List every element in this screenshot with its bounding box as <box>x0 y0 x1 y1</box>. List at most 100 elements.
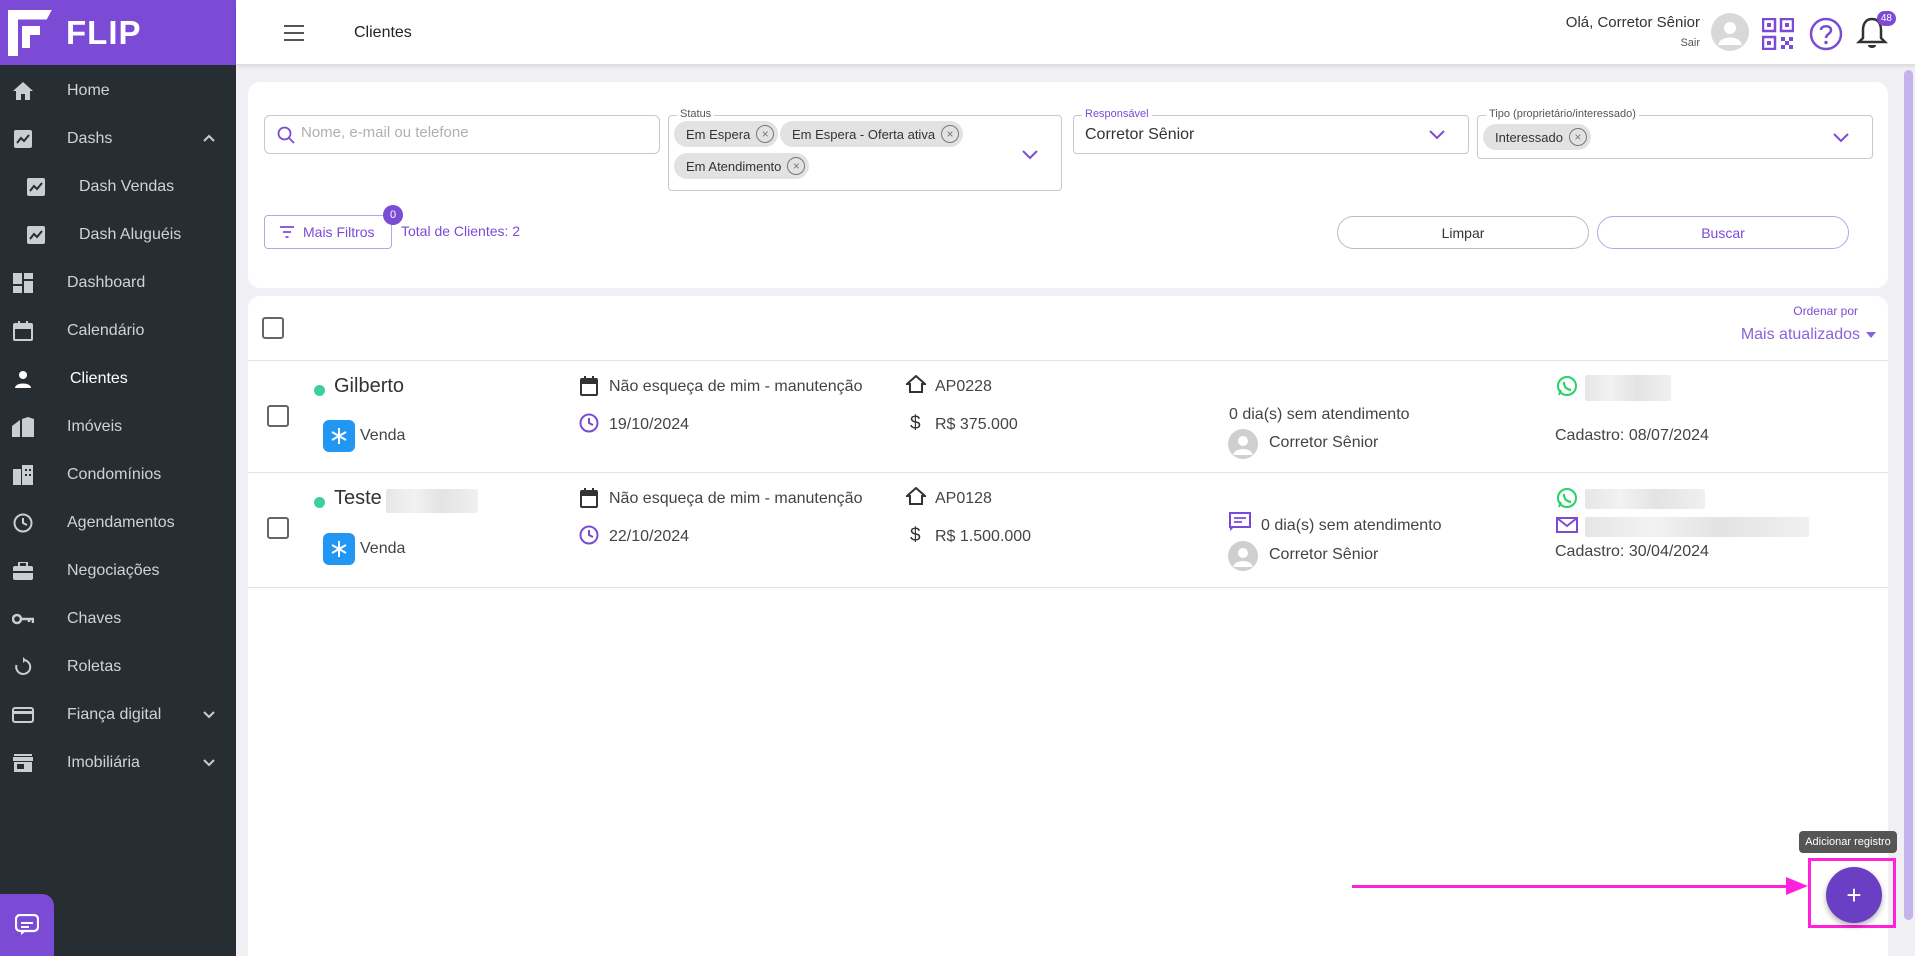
sidebar-item-label: Dashboard <box>67 274 146 291</box>
help-icon[interactable] <box>1809 17 1843 51</box>
client-name[interactable]: Gilberto <box>334 375 404 398</box>
order-label: Ordenar por <box>1793 304 1858 318</box>
search-input[interactable] <box>301 124 641 141</box>
whatsapp-icon[interactable] <box>1556 375 1578 397</box>
sidebar-item-dash-vendas[interactable]: Dash Vendas <box>0 163 236 211</box>
sidebar-item-chaves[interactable]: Chaves <box>0 595 236 643</box>
row-checkbox[interactable] <box>267 517 289 539</box>
chevron-down-icon[interactable] <box>1832 132 1850 144</box>
chart-icon <box>12 129 34 149</box>
clock-icon <box>12 513 34 533</box>
more-filters-button[interactable]: Mais Filtros <box>264 215 392 249</box>
avatar[interactable] <box>1711 13 1749 51</box>
sidebar-item-clientes[interactable]: Clientes <box>0 355 236 403</box>
calendar-icon <box>580 376 598 396</box>
table-row[interactable]: Gilberto Venda Não esqueça de mim - manu… <box>248 360 1888 472</box>
property-code[interactable]: AP0128 <box>935 490 992 508</box>
client-name[interactable]: Teste <box>334 487 382 510</box>
briefcase-icon <box>12 561 34 581</box>
status-dot <box>314 497 325 508</box>
status-select[interactable]: Status Em Espera × Em Espera - Oferta at… <box>668 108 1062 191</box>
annotation-arrow <box>1352 885 1792 888</box>
registration-date: Cadastro: 30/04/2024 <box>1555 543 1709 560</box>
responsavel-select[interactable]: Responsável Corretor Sênior <box>1073 108 1469 154</box>
home-icon <box>906 375 926 393</box>
chip-label: Em Espera - Oferta ativa <box>792 126 936 142</box>
chip-label: Em Atendimento <box>686 158 782 174</box>
property-code[interactable]: AP0228 <box>935 378 992 396</box>
total-clients: Total de Clientes: 2 <box>401 223 521 239</box>
filter-card: Status Em Espera × Em Espera - Oferta at… <box>248 82 1888 288</box>
sidebar-item-imoveis[interactable]: Imóveis <box>0 403 236 451</box>
logo[interactable]: FLIP <box>0 0 236 65</box>
remove-chip-icon[interactable]: × <box>756 125 775 143</box>
select-all-checkbox[interactable] <box>262 317 284 339</box>
card-icon <box>12 705 34 725</box>
sidebar-item-label: Dash Vendas <box>79 178 175 195</box>
name-redacted <box>386 489 478 513</box>
sidebar-item-label: Dash Aluguéis <box>79 226 182 243</box>
tipo-label: Tipo (proprietário/interessado) <box>1486 108 1639 120</box>
remove-chip-icon[interactable]: × <box>1568 128 1587 146</box>
sidebar-item-fianca-digital[interactable]: Fiança digital <box>0 691 236 739</box>
sidebar-item-home[interactable]: Home <box>0 67 236 115</box>
snowflake-icon <box>323 533 355 565</box>
sidebar-item-imobiliaria[interactable]: Imobiliária <box>0 739 236 787</box>
scrollbar[interactable] <box>1904 70 1913 920</box>
clear-button[interactable]: Limpar <box>1337 216 1589 249</box>
sidebar-item-roletas[interactable]: Roletas <box>0 643 236 691</box>
sidebar-item-condominios[interactable]: Condomínios <box>0 451 236 499</box>
tipo-select[interactable]: Tipo (proprietário/interessado) Interess… <box>1477 108 1873 159</box>
notification-badge: 48 <box>1876 11 1896 26</box>
clock-icon <box>579 413 599 433</box>
user-greeting: Olá, Corretor Sênior <box>1565 14 1700 31</box>
deal-type: Venda <box>360 427 406 444</box>
whatsapp-icon[interactable] <box>1556 487 1578 509</box>
chevron-down-icon[interactable] <box>1428 129 1446 141</box>
logout-link[interactable]: Sair <box>1680 37 1700 49</box>
clock-icon <box>579 525 599 545</box>
row-checkbox[interactable] <box>267 405 289 427</box>
chart-icon <box>25 225 47 245</box>
agent-avatar <box>1228 429 1258 459</box>
add-record-button[interactable]: + <box>1826 867 1882 923</box>
sidebar-item-dash-alugueis[interactable]: Dash Aluguéis <box>0 211 236 259</box>
filter-count-badge: 0 <box>383 205 403 225</box>
remove-chip-icon[interactable]: × <box>787 157 806 175</box>
chevron-down-icon[interactable] <box>1021 149 1039 161</box>
sidebar-item-label: Imobiliária <box>67 754 140 771</box>
menu-icon[interactable] <box>284 25 304 41</box>
responsavel-label: Responsável <box>1082 108 1152 120</box>
phone-redacted <box>1585 375 1671 401</box>
home-icon <box>906 487 926 505</box>
order-select[interactable]: Mais atualizados <box>1741 326 1876 344</box>
sidebar-item-label: Condomínios <box>67 466 162 483</box>
chip-label: Interessado <box>1495 129 1563 145</box>
top-header: Clientes Olá, Corretor Sênior Sair 48 <box>236 0 1915 65</box>
tipo-chip: Interessado × <box>1483 124 1591 150</box>
sidebar-item-label: Dashs <box>67 130 113 147</box>
search-button[interactable]: Buscar <box>1597 216 1849 249</box>
store-icon <box>12 753 34 773</box>
sidebar-item-dashs[interactable]: Dashs <box>0 115 236 163</box>
sidebar: FLIP Home Dashs Dash Vendas Dash Aluguéi… <box>0 0 236 956</box>
sidebar-item-calendario[interactable]: Calendário <box>0 307 236 355</box>
dollar-icon: $ <box>910 413 921 434</box>
remove-chip-icon[interactable]: × <box>941 125 960 143</box>
chat-button[interactable] <box>0 894 54 956</box>
task-title[interactable]: Não esqueça de mim - manutenção <box>609 490 862 508</box>
qr-code-icon[interactable] <box>1762 18 1794 50</box>
days-without-service: 0 dia(s) sem atendimento <box>1261 517 1442 534</box>
email-icon[interactable] <box>1556 517 1578 533</box>
sidebar-item-label: Clientes <box>70 370 128 387</box>
task-title[interactable]: Não esqueça de mim - manutenção <box>609 378 862 396</box>
caret-down-icon <box>1866 332 1876 338</box>
sidebar-item-agendamentos[interactable]: Agendamentos <box>0 499 236 547</box>
sidebar-item-dashboard[interactable]: Dashboard <box>0 259 236 307</box>
days-without-service: 0 dia(s) sem atendimento <box>1229 406 1410 423</box>
key-icon <box>12 609 34 629</box>
agent-avatar <box>1228 541 1258 571</box>
table-row[interactable]: Teste Venda Não esqueça de mim - manuten… <box>248 472 1888 588</box>
sidebar-item-negociacoes[interactable]: Negociações <box>0 547 236 595</box>
flip-logo-icon <box>8 9 52 56</box>
